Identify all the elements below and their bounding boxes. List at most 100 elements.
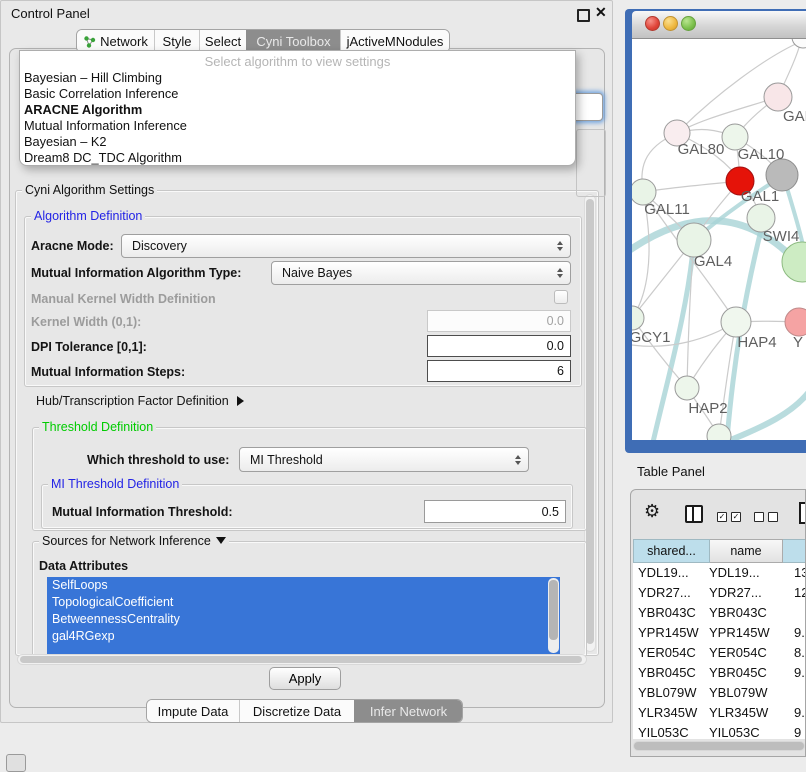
mi-steps-field[interactable]: 6	[427, 360, 571, 382]
kernel-width-field[interactable]: 0.0	[427, 310, 571, 332]
table-row[interactable]: YBR043CYBR043C	[633, 603, 806, 623]
tab-label: Infer Network	[370, 704, 447, 719]
which-threshold-combo[interactable]: MI Threshold	[239, 447, 529, 472]
window-title: Control Panel	[11, 6, 90, 21]
tab-label: jActiveMNodules	[347, 34, 444, 49]
algorithm-option-mutual-information-inference[interactable]: Mutual Information Inference	[20, 118, 575, 134]
network-window-titlebar[interactable]	[632, 11, 806, 39]
close-traffic-light-icon[interactable]	[645, 16, 660, 31]
node-label-gal80: GAL80	[678, 141, 725, 158]
kernel-width-value: 0.0	[547, 314, 564, 328]
column-header-shared-[interactable]: shared...	[633, 539, 710, 563]
table-cell	[793, 683, 806, 703]
tab-cyni-toolbox[interactable]: Cyni Toolbox	[246, 30, 340, 52]
tab-label: Network	[100, 34, 148, 49]
mi-threshold-field[interactable]: 0.5	[424, 500, 566, 523]
table-cell: 9.	[793, 623, 806, 643]
table-row[interactable]: YLR345WYLR345W9.	[633, 703, 806, 723]
zoom-traffic-light-icon[interactable]	[681, 16, 696, 31]
hub-definition-expander[interactable]: Hub/Transcription Factor Definition	[36, 393, 249, 409]
dpi-tolerance-field[interactable]: 0.0	[427, 335, 571, 357]
column-header-name[interactable]: name	[710, 539, 783, 563]
attribute-item-topologicalcoefficient[interactable]: TopologicalCoefficient	[47, 594, 560, 611]
table-row[interactable]: YDR27...YDR27...12	[633, 583, 806, 603]
table-row[interactable]: YPR145WYPR145W9.	[633, 623, 806, 643]
mi-steps-value: 6	[557, 364, 564, 378]
mi-algorithm-type-combo[interactable]: Naive Bayes	[271, 261, 571, 285]
table-row[interactable]: YIL053CYIL053C9	[633, 723, 806, 739]
groupbox-fragment	[576, 129, 606, 197]
gear-icon[interactable]: ⚙	[644, 501, 660, 522]
table-cell: 9.	[793, 663, 806, 683]
cyni-mode-tabbar: Impute Data Discretize Data Infer Network	[146, 699, 463, 723]
tab-label: Impute Data	[158, 704, 229, 719]
network-node-y[interactable]	[785, 308, 806, 336]
table-row[interactable]: YBL079WYBL079W	[633, 683, 806, 703]
manual-kernel-width-label: Manual Kernel Width Definition	[31, 291, 216, 307]
settings-horizontal-scrollbar[interactable]	[17, 654, 587, 665]
attribute-item-gal4rgexp[interactable]: gal4RGexp	[47, 628, 560, 645]
minimize-traffic-light-icon[interactable]	[663, 16, 678, 31]
network-node-hap4[interactable]	[721, 307, 751, 337]
tab-network[interactable]: Network	[77, 30, 154, 52]
table-row[interactable]: YDL19...YDL19...13	[633, 563, 806, 583]
table-row[interactable]: YBR045CYBR045C9.	[633, 663, 806, 683]
algorithm-option-dream8-dc-tdc-algorithm[interactable]: Dream8 DC_TDC Algorithm	[20, 150, 575, 166]
tab-discretize-data[interactable]: Discretize Data	[239, 700, 354, 722]
node-label-gal11: GAL11	[644, 201, 690, 218]
column-header-clipped[interactable]	[783, 539, 806, 563]
threshold-definition-title: Threshold Definition	[39, 420, 156, 435]
mi-algorithm-type-value: Naive Bayes	[282, 266, 352, 280]
algorithm-dropdown-popup: Select algorithm to view settings Bayesi…	[19, 50, 576, 166]
tab-jactivemnodules[interactable]: jActiveMNodules	[340, 30, 449, 52]
which-threshold-value: MI Threshold	[250, 453, 323, 467]
table-cell: YBR045C	[708, 663, 793, 683]
mi-threshold-group: MI Threshold Definition Mutual Informati…	[41, 484, 573, 529]
mi-threshold-label: Mutual Information Threshold:	[52, 504, 233, 520]
spinner-arrows-icon	[557, 268, 563, 278]
attribute-item-selfloops[interactable]: SelfLoops	[47, 577, 560, 594]
tab-label: Select	[205, 34, 241, 49]
deselect-all-rows-icon[interactable]	[754, 512, 778, 522]
aracne-mode-combo[interactable]: Discovery	[121, 234, 571, 258]
select-all-rows-icon[interactable]: ✓✓	[717, 512, 741, 522]
network-node-hap2[interactable]	[675, 376, 699, 400]
spinner-arrows-icon	[557, 241, 563, 251]
attribute-item-clipped[interactable]	[47, 645, 560, 654]
attribute-item-betweennesscentrality[interactable]: BetweennessCentrality	[47, 611, 560, 628]
network-node-gcy1[interactable]	[632, 306, 644, 330]
table-cell: 9	[793, 723, 806, 739]
algorithm-option-basic-correlation-inference[interactable]: Basic Correlation Inference	[20, 86, 575, 102]
table-cell: YBR045C	[633, 663, 708, 683]
spinner-arrows-icon	[515, 455, 521, 465]
apply-button[interactable]: Apply	[269, 667, 341, 690]
node-label-gal1: GAL1	[741, 188, 779, 205]
table-cell: YBL079W	[708, 683, 793, 703]
attributes-scrollbar[interactable]	[548, 578, 559, 653]
table-cell: YER054C	[708, 643, 793, 663]
data-attributes-list[interactable]: SelfLoopsTopologicalCoefficientBetweenne…	[47, 577, 560, 654]
sources-collapser[interactable]: Sources for Network Inference	[39, 534, 229, 549]
tab-select[interactable]: Select	[199, 30, 246, 52]
columns-icon[interactable]	[685, 505, 703, 523]
tab-impute-data[interactable]: Impute Data	[147, 700, 239, 722]
float-window-icon[interactable]	[577, 9, 590, 22]
manual-kernel-width-checkbox[interactable]	[554, 290, 568, 304]
network-node[interactable]	[766, 159, 798, 191]
algorithm-option-bayesian-k2[interactable]: Bayesian – K2	[20, 134, 575, 150]
algorithm-option-aracne-algorithm[interactable]: ARACNE Algorithm	[20, 102, 575, 118]
network-node[interactable]	[792, 39, 806, 48]
close-icon[interactable]: ✕	[595, 4, 607, 21]
network-node-gal[interactable]	[764, 83, 792, 111]
network-canvas[interactable]: GALGAL80GAL10GAL1GAL11SWI4GAL4GCY1HAP4YH…	[632, 39, 806, 440]
tab-infer-network[interactable]: Infer Network	[354, 700, 462, 722]
node-label-gal10: GAL10	[738, 146, 785, 163]
network-edge	[643, 181, 740, 192]
clipped-toolbar-icon[interactable]	[799, 502, 806, 524]
table-row[interactable]: YER054CYER054C8.	[633, 643, 806, 663]
algorithm-definition-group: Algorithm Definition Aracne Mode: Discov…	[24, 216, 582, 387]
network-node-gal4[interactable]	[677, 223, 711, 257]
algorithm-option-bayesian-hill-climbing[interactable]: Bayesian – Hill Climbing	[20, 70, 575, 86]
tab-style[interactable]: Style	[154, 30, 199, 52]
table-horizontal-scrollbar[interactable]	[633, 741, 805, 751]
